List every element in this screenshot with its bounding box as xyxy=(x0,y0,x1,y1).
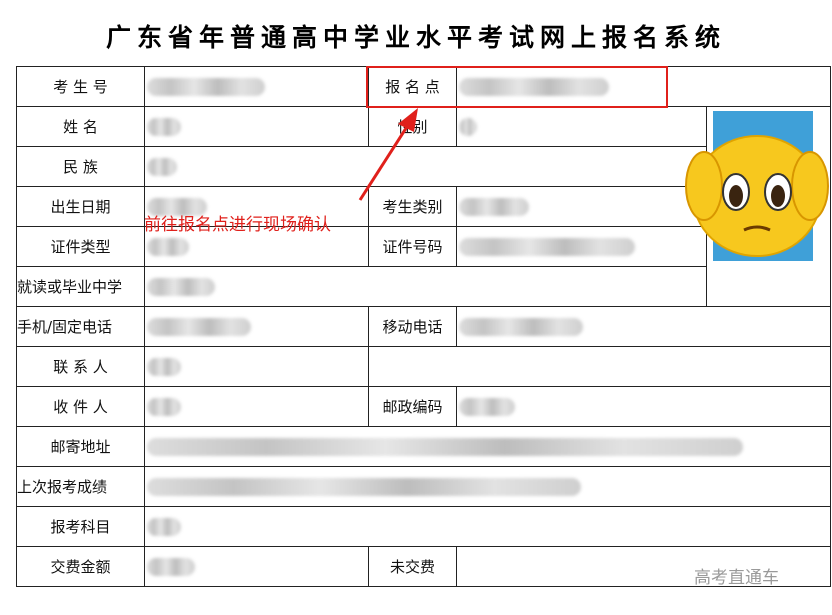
empty-cell xyxy=(368,346,831,387)
fee-status: 未交费 xyxy=(368,546,457,587)
form-row: 上次报考成绩 xyxy=(16,466,831,507)
phone-value xyxy=(144,306,369,347)
subjects-value xyxy=(144,506,831,547)
form-row: 报考科目 xyxy=(16,506,831,547)
red-arrow-icon xyxy=(358,108,418,201)
shocked-face-emoji-icon xyxy=(685,135,829,257)
annotation-text: 前往报名点进行现场确认 xyxy=(144,215,331,235)
fee-label: 交费金额 xyxy=(16,546,145,587)
school-label: 就读或毕业中学 xyxy=(16,266,145,307)
form-row: 邮寄地址 xyxy=(16,426,831,467)
birth-label: 出生日期 xyxy=(16,186,145,227)
contact-value xyxy=(144,346,369,387)
ethnicity-label: 民 族 xyxy=(16,146,145,187)
phone-label: 手机/固定电话 xyxy=(16,306,145,347)
id-type-label: 证件类型 xyxy=(16,226,145,267)
category-value xyxy=(456,186,707,227)
form-row: 联 系 人 xyxy=(16,346,831,387)
page-title: 广东省年普通高中学业水平考试网上报名系统 xyxy=(105,23,726,52)
contact-label: 联 系 人 xyxy=(16,346,145,387)
gender-value xyxy=(456,106,707,147)
mobile-label: 移动电话 xyxy=(368,306,457,347)
last-score-label: 上次报考成绩 xyxy=(16,466,145,507)
subjects-label: 报考科目 xyxy=(16,506,145,547)
exam-no-value xyxy=(144,66,369,107)
mobile-value xyxy=(456,306,831,347)
address-label: 邮寄地址 xyxy=(16,426,145,467)
watermark: 高考直通车 xyxy=(694,568,779,588)
name-value xyxy=(144,106,369,147)
recipient-value xyxy=(144,386,369,427)
exam-no-label: 考 生 号 xyxy=(16,66,145,107)
form-row: 收 件 人 邮政编码 xyxy=(16,386,831,427)
postcode-label: 邮政编码 xyxy=(368,386,457,427)
fee-value xyxy=(144,546,369,587)
form-row: 手机/固定电话 移动电话 xyxy=(16,306,831,347)
last-score-value xyxy=(144,466,831,507)
id-no-value xyxy=(456,226,707,267)
address-value xyxy=(144,426,831,467)
id-no-label: 证件号码 xyxy=(368,226,457,267)
recipient-label: 收 件 人 xyxy=(16,386,145,427)
postcode-value xyxy=(456,386,831,427)
name-label: 姓 名 xyxy=(16,106,145,147)
